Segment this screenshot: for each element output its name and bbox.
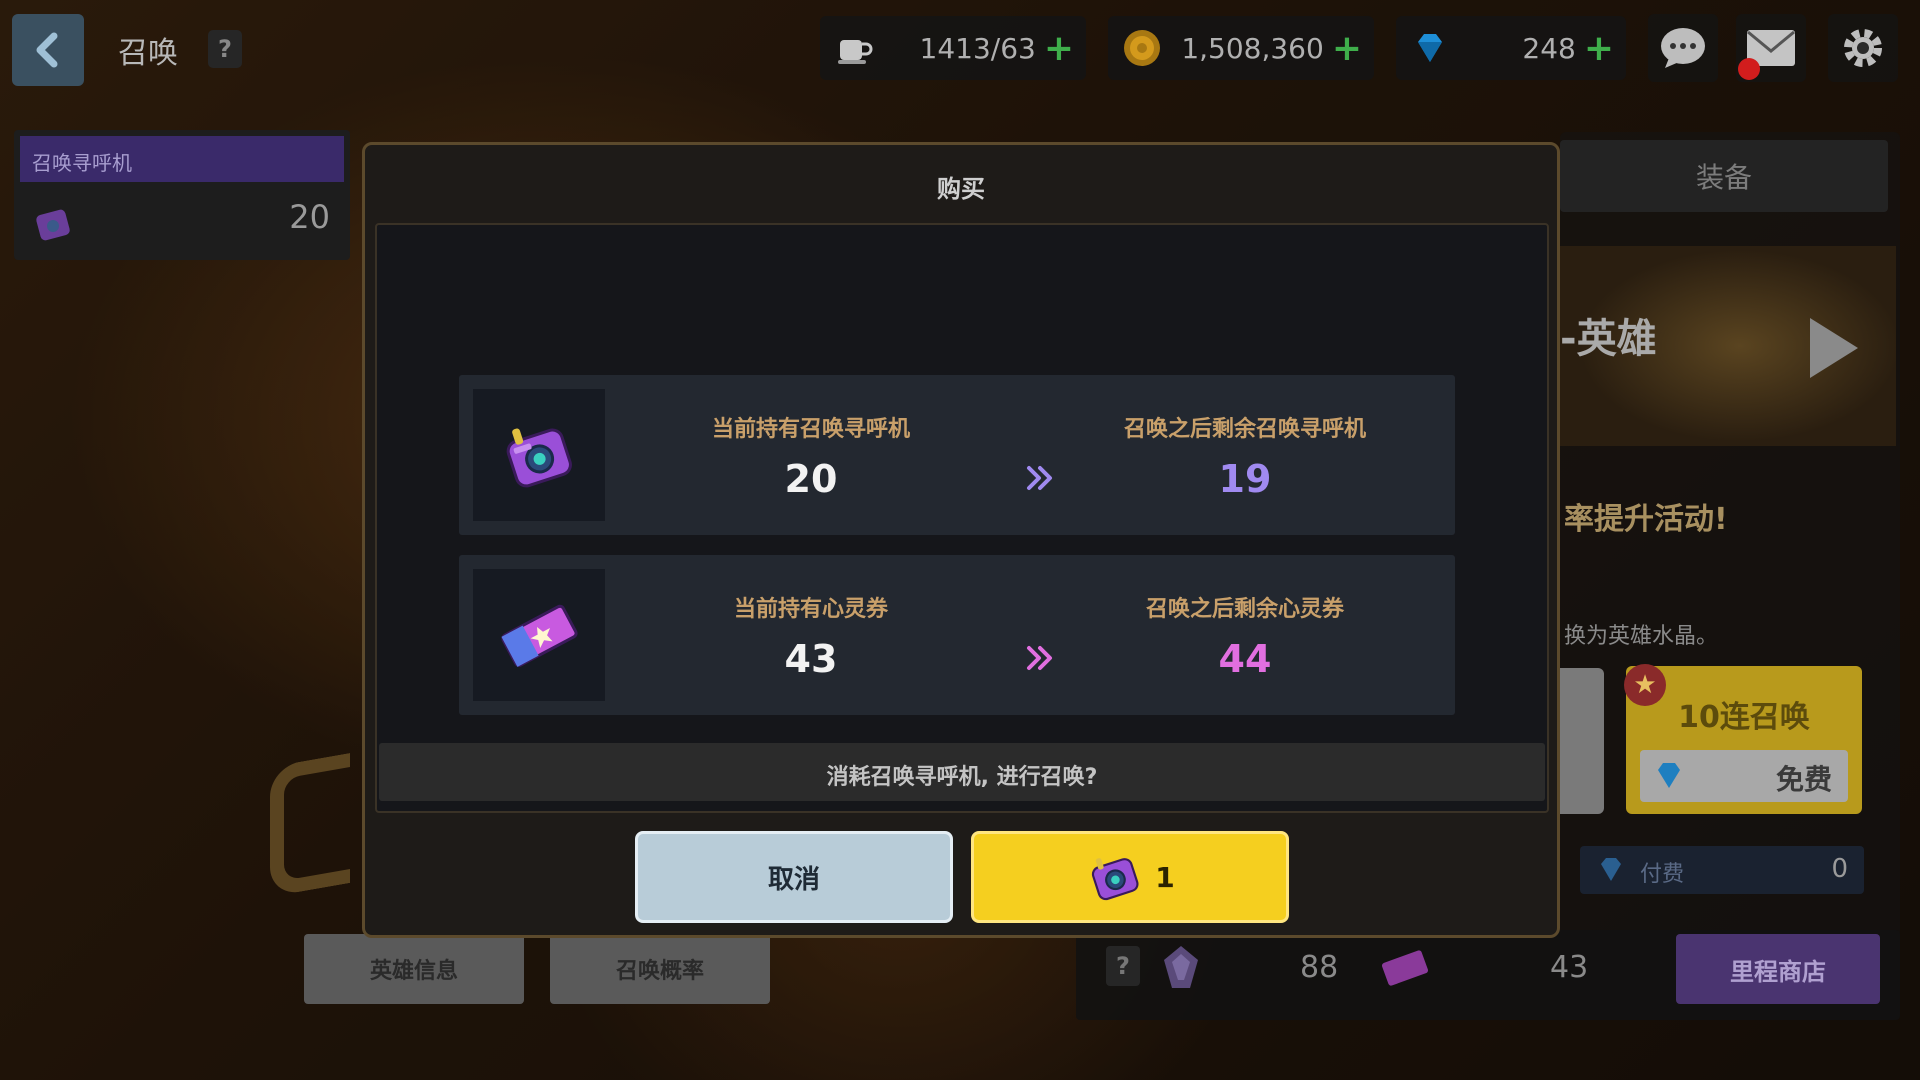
summon-pager-icon xyxy=(506,428,572,488)
summon-pager-panel-header[interactable]: 召唤寻呼机 xyxy=(20,136,344,182)
notification-dot xyxy=(1738,58,1760,80)
tab-equipment[interactable]: 装备 xyxy=(1560,140,1888,212)
star-badge-icon: ★ xyxy=(1624,664,1666,706)
ten-summon-price-text: 免费 xyxy=(1775,763,1832,796)
after-ticket-label: 召唤之后剩余心灵券 xyxy=(1145,597,1344,622)
double-chevron-right-icon xyxy=(1027,466,1052,490)
gem-resource: 248 + xyxy=(1396,16,1626,80)
hero-info-button[interactable]: 英雄信息 xyxy=(304,934,524,1004)
coffee-cup-icon xyxy=(838,40,873,64)
summon-rate-button[interactable]: 召唤概率 xyxy=(550,934,770,1004)
current-ticket-label: 当前持有心灵券 xyxy=(733,597,888,622)
gold-coin-icon xyxy=(1124,30,1160,66)
hero-crystal-count: 88 xyxy=(1300,950,1339,985)
after-ticket-value: 44 xyxy=(1218,637,1272,681)
pager-icon-box xyxy=(473,389,605,521)
settings-button[interactable] xyxy=(1828,14,1898,82)
energy-add-button[interactable]: + xyxy=(1044,28,1074,69)
paid-label: 付费 xyxy=(1640,862,1685,887)
ticket-balance-row: 当前持有心灵券 43 召唤之后剩余心灵券 44 xyxy=(459,555,1455,715)
crystal-info-text: 换为英雄水晶。 xyxy=(1564,624,1719,649)
hero-crystal-icon xyxy=(1164,946,1198,988)
after-pager-value: 19 xyxy=(1218,457,1272,501)
ten-summon-label: 10连召唤 xyxy=(1678,700,1810,735)
energy-resource: 1413/63 + xyxy=(820,16,1086,80)
cancel-button[interactable]: 取消 xyxy=(635,831,953,923)
gold-add-button[interactable]: + xyxy=(1332,28,1362,69)
ten-summon-price: 免费 xyxy=(1640,750,1848,802)
spirit-ticket-count: 43 xyxy=(1550,950,1589,985)
current-ticket-value: 43 xyxy=(784,637,838,681)
pager-balance-row: 当前持有召唤寻呼机 20 召唤之后剩余召唤寻呼机 19 xyxy=(459,375,1455,535)
summon-pager-icon xyxy=(1092,858,1139,901)
confirm-cost: 1 xyxy=(1155,860,1175,894)
page-title: 召唤 xyxy=(118,36,178,71)
spirit-ticket-icon xyxy=(1382,950,1428,986)
summon-pager-icon xyxy=(36,209,70,241)
help-button[interactable]: ? xyxy=(208,30,242,68)
banner-title: -英雄 xyxy=(1560,316,1657,362)
gold-value: 1,508,360 xyxy=(1181,31,1324,65)
previous-banner-arrow[interactable] xyxy=(270,752,350,898)
confirm-summon-button[interactable]: 1 xyxy=(971,831,1289,923)
purchase-dialog: 购买 当前持有召唤寻呼机 20 召唤之后剩余召唤寻呼机 19 当前持有心灵券 4… xyxy=(362,142,1560,938)
milestone-shop-button[interactable]: 里程商店 xyxy=(1676,934,1880,1004)
after-pager-label: 召唤之后剩余召唤寻呼机 xyxy=(1123,417,1366,442)
gem-value: 248 xyxy=(1522,31,1576,65)
summon-pager-panel: 召唤寻呼机 20 xyxy=(14,130,350,260)
dialog-title: 购买 xyxy=(937,175,985,203)
currency-help-button[interactable]: ? xyxy=(1106,946,1140,986)
current-pager-label: 当前持有召唤寻呼机 xyxy=(711,417,910,442)
summon-pager-count: 20 xyxy=(289,198,330,236)
single-summon-button[interactable] xyxy=(1560,668,1604,814)
spirit-ticket-icon xyxy=(501,604,578,667)
ticket-icon-box xyxy=(473,569,605,701)
diamond-icon xyxy=(1658,763,1680,788)
double-chevron-right-icon xyxy=(1027,646,1052,670)
confirm-message: 消耗召唤寻呼机, 进行召唤? xyxy=(379,743,1545,801)
diamond-icon xyxy=(1601,858,1621,881)
chat-button[interactable] xyxy=(1648,14,1718,82)
energy-value: 1413/63 xyxy=(919,31,1036,65)
back-button[interactable] xyxy=(12,14,84,86)
gem-add-button[interactable]: + xyxy=(1584,28,1614,69)
paid-gems-row: 付费 0 xyxy=(1580,846,1864,894)
current-pager-value: 20 xyxy=(784,457,838,501)
play-icon[interactable] xyxy=(1810,318,1858,378)
event-text: 率提升活动! xyxy=(1564,502,1728,537)
chat-bubble-icon xyxy=(1661,28,1705,68)
gold-resource: 1,508,360 + xyxy=(1108,16,1374,80)
gear-icon xyxy=(1844,29,1882,67)
paid-count: 0 xyxy=(1831,854,1848,884)
diamond-icon xyxy=(1418,34,1442,62)
chevron-left-icon xyxy=(36,32,58,68)
